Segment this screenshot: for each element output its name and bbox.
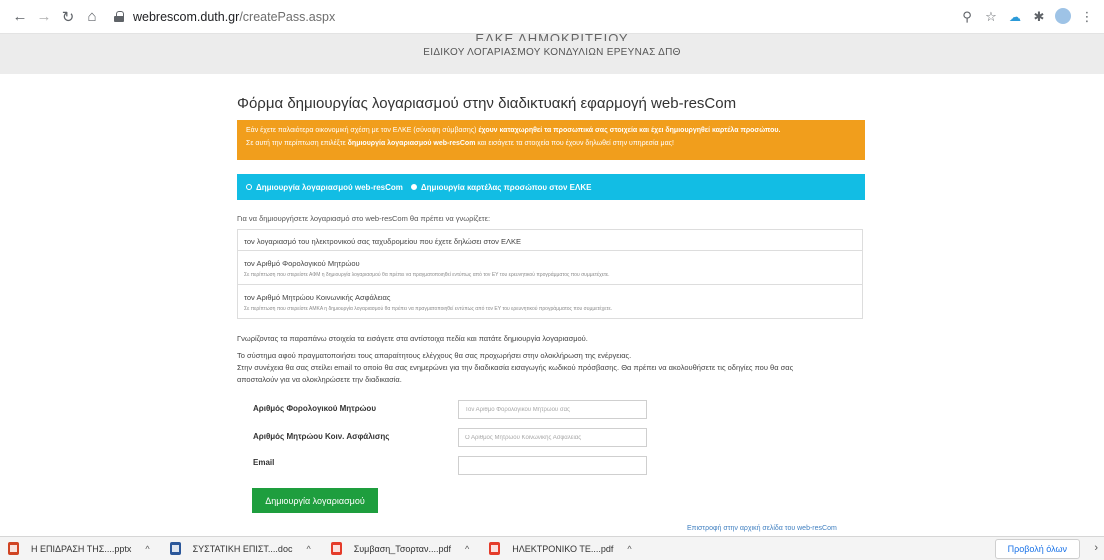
fill-instruction: Γνωρίζοντας τα παραπάνω στοιχεία τα εισά…	[237, 334, 588, 343]
requirement-title: τον λογαριασμό του ηλεκτρονικού σας ταχυ…	[244, 237, 521, 246]
amka-label: Αριθμός Μητρώου Κοιν. Ασφάλισης	[253, 432, 390, 441]
email-label: Email	[253, 458, 275, 467]
chevron-up-icon[interactable]: ^	[465, 544, 469, 554]
avatar[interactable]	[1055, 7, 1071, 24]
download-name[interactable]: Η ΕΠΙΔΡΑΣΗ ΤΗΣ....pptx	[31, 544, 131, 554]
home-icon[interactable]: ⌂	[80, 8, 104, 25]
forward-arrow-icon[interactable]: →	[32, 8, 56, 25]
tab-create-person-card[interactable]: Δημιουργία καρτέλας προσώπου στον ΕΛΚΕ	[410, 183, 591, 192]
lock-icon[interactable]	[114, 11, 124, 22]
download-item[interactable]: Συμβαση_Τσορταν....pdf ^	[330, 542, 469, 555]
chevron-up-icon[interactable]: ^	[145, 544, 149, 554]
list-item: τον Αριθμό Φορολογικού Μητρώου Σε περίπτ…	[238, 251, 862, 285]
tab-create-account[interactable]: Δημιουργία λογαριασμού web-resCom	[246, 183, 403, 192]
back-home-link[interactable]: Επιστροφή στην αρχική σελίδα του web-res…	[687, 525, 837, 532]
chevron-up-icon[interactable]: ^	[627, 544, 631, 554]
menu-icon[interactable]: ⋮	[1076, 9, 1098, 25]
amka-input[interactable]	[458, 428, 647, 447]
afm-input[interactable]	[458, 400, 647, 419]
info-line: Στην συνέχεια θα σας στείλει email το οπ…	[237, 363, 794, 372]
page-title: Φόρμα δημιουργίας λογαριασμού στην διαδι…	[237, 95, 737, 112]
requirement-note: Σε περίπτωση που στερείστε ΑΜΚΑ η δημιου…	[244, 306, 613, 312]
download-item[interactable]: ΣΥΣΤΑΤΙΚΗ ΕΠΙΣΤ....doc ^	[169, 542, 311, 555]
pdf-file-icon	[330, 542, 342, 555]
main-content: Φόρμα δημιουργίας λογαριασμού στην διαδι…	[237, 95, 867, 532]
afm-label: Αριθμός Φορολογικού Μητρώου	[253, 404, 376, 413]
star-icon[interactable]: ☆	[980, 9, 1002, 25]
extension-icon[interactable]: ✱	[1028, 9, 1050, 25]
cloud-extension-icon[interactable]: ☁	[1004, 10, 1026, 24]
alert-line-2: Σε αυτή την περίπτωση επιλέξτε δημιουργί…	[246, 140, 674, 147]
zoom-icon[interactable]: ⚲	[956, 9, 978, 25]
radio-create-person-card[interactable]	[410, 184, 417, 191]
list-item: τον λογαριασμό του ηλεκτρονικού σας ταχυ…	[238, 230, 862, 251]
download-item[interactable]: Η ΕΠΙΔΡΑΣΗ ΤΗΣ....pptx ^	[8, 542, 150, 555]
info-alert: Εάν έχετε παλαιότερα οικονομική σχέση με…	[237, 120, 865, 160]
pdf-file-icon	[489, 542, 501, 555]
close-icon[interactable]: ›	[1094, 542, 1098, 554]
download-name[interactable]: ΣΥΣΤΑΤΙΚΗ ΕΠΙΣΤ....doc	[193, 544, 293, 554]
radio-create-account[interactable]	[246, 184, 252, 191]
download-name[interactable]: Συμβαση_Τσορταν....pdf	[354, 544, 451, 554]
download-item[interactable]: ΗΛΕΚΤΡΟΝΙΚΟ ΤΕ....pdf ^	[489, 542, 632, 555]
download-name[interactable]: ΗΛΕΚΤΡΟΝΙΚΟ ΤΕ....pdf	[512, 544, 613, 554]
back-arrow-icon[interactable]: ←	[8, 8, 32, 25]
profile-avatar[interactable]	[1052, 7, 1074, 27]
info-line: Το σύστημα αφού πραγματοποιήσει τους απα…	[237, 351, 632, 360]
info-line: αποσταλούν για να ολοκληρώσετε την διαδι…	[237, 375, 402, 384]
requirements-intro: Για να δημιουργήσετε λογαριασμό στο web-…	[237, 214, 491, 223]
requirement-title: τον Αριθμό Μητρώου Κοινωνικής Ασφάλειας	[244, 293, 391, 302]
reload-icon[interactable]: ↻	[56, 8, 80, 26]
chevron-up-icon[interactable]: ^	[306, 544, 310, 554]
downloads-bar: Η ΕΠΙΔΡΑΣΗ ΤΗΣ....pptx ^ ΣΥΣΤΑΤΙΚΗ ΕΠΙΣΤ…	[0, 536, 1104, 560]
show-all-button[interactable]: Προβολή όλων	[994, 539, 1080, 559]
doc-file-icon	[169, 542, 181, 555]
alert-line-1: Εάν έχετε παλαιότερα οικονομική σχέση με…	[246, 127, 781, 134]
pptx-file-icon	[8, 542, 19, 555]
create-account-button[interactable]: Δημιουργία λογαριασμού	[252, 488, 378, 513]
site-header: ΕΛΚΕ ΔΗΜΟΚΡΙΤΕΙΟΥ ΕΙΔΙΚΟΥ ΛΟΓΑΡΙΑΣΜΟΥ ΚΟ…	[0, 31, 1104, 74]
address-bar[interactable]: webrescom.duth.gr/createPass.aspx	[114, 4, 335, 30]
header-subtitle: ΕΙΔΙΚΟΥ ΛΟΓΑΡΙΑΣΜΟΥ ΚΟΝΔΥΛΙΩΝ ΕΡΕΥΝΑΣ ΔΠ…	[423, 47, 681, 58]
process-info: Το σύστημα αφού πραγματοποιήσει τους απα…	[237, 350, 867, 386]
requirements-list: τον λογαριασμό του ηλεκτρονικού σας ταχυ…	[237, 229, 863, 319]
browser-toolbar: ← → ↻ ⌂ webrescom.duth.gr/createPass.asp…	[0, 0, 1104, 34]
requirement-title: τον Αριθμό Φορολογικού Μητρώου	[244, 259, 360, 268]
mode-tabbar: Δημιουργία λογαριασμού web-resCom Δημιου…	[237, 174, 865, 200]
requirement-note: Σε περίπτωση που στερείστε ΑΦΜ η δημιουρ…	[244, 272, 610, 278]
url-text[interactable]: webrescom.duth.gr/createPass.aspx	[133, 10, 335, 24]
header-title-clipped: ΕΛΚΕ ΔΗΜΟΚΡΙΤΕΙΟΥ	[475, 31, 629, 41]
list-item: τον Αριθμό Μητρώου Κοινωνικής Ασφάλειας …	[238, 285, 862, 318]
email-field[interactable]	[458, 456, 647, 475]
toolbar-right: ⚲ ☆ ☁ ✱ ⋮	[956, 0, 1098, 34]
